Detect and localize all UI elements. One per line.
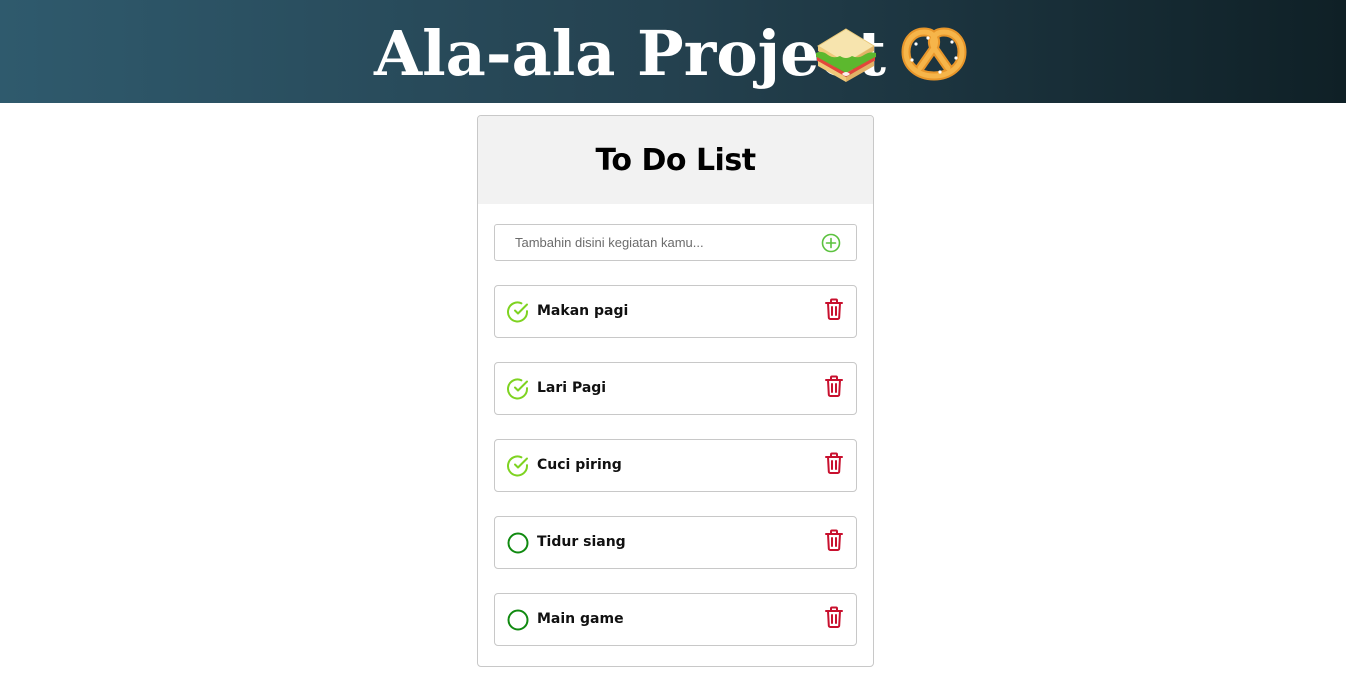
trash-icon[interactable] bbox=[823, 297, 845, 321]
circle-icon[interactable] bbox=[506, 531, 530, 555]
plus-circle-icon bbox=[821, 233, 841, 253]
add-task-button[interactable] bbox=[820, 232, 842, 254]
todo-item-label: Lari Pagi bbox=[537, 380, 607, 396]
todo-item: Cuci piring bbox=[494, 439, 857, 492]
todo-item-label: Makan pagi bbox=[537, 303, 629, 319]
check-circle-icon[interactable] bbox=[506, 377, 530, 401]
pretzel-icon bbox=[900, 26, 968, 84]
todo-item: Tidur siang bbox=[494, 516, 857, 569]
todo-card: To Do List Makan pagi bbox=[477, 115, 874, 667]
todo-item: Main game bbox=[494, 593, 857, 646]
sandwich-icon bbox=[812, 26, 880, 84]
add-task-box bbox=[494, 224, 857, 261]
todo-item-label: Main game bbox=[537, 611, 624, 627]
trash-icon[interactable] bbox=[823, 451, 845, 475]
task-input[interactable] bbox=[496, 226, 806, 259]
app-title: Ala-ala Project bbox=[374, 17, 886, 90]
todo-item: Lari Pagi bbox=[494, 362, 857, 415]
trash-icon[interactable] bbox=[823, 528, 845, 552]
todo-item: Makan pagi bbox=[494, 285, 857, 338]
trash-icon[interactable] bbox=[823, 374, 845, 398]
circle-icon[interactable] bbox=[506, 608, 530, 632]
app-banner: Ala-ala Project bbox=[0, 0, 1346, 103]
check-circle-icon[interactable] bbox=[506, 454, 530, 478]
todo-title: To Do List bbox=[595, 142, 756, 178]
check-circle-icon[interactable] bbox=[506, 300, 530, 324]
trash-icon[interactable] bbox=[823, 605, 845, 629]
todo-item-label: Cuci piring bbox=[537, 457, 622, 473]
todo-item-label: Tidur siang bbox=[537, 534, 626, 550]
todo-card-header: To Do List bbox=[478, 116, 873, 204]
